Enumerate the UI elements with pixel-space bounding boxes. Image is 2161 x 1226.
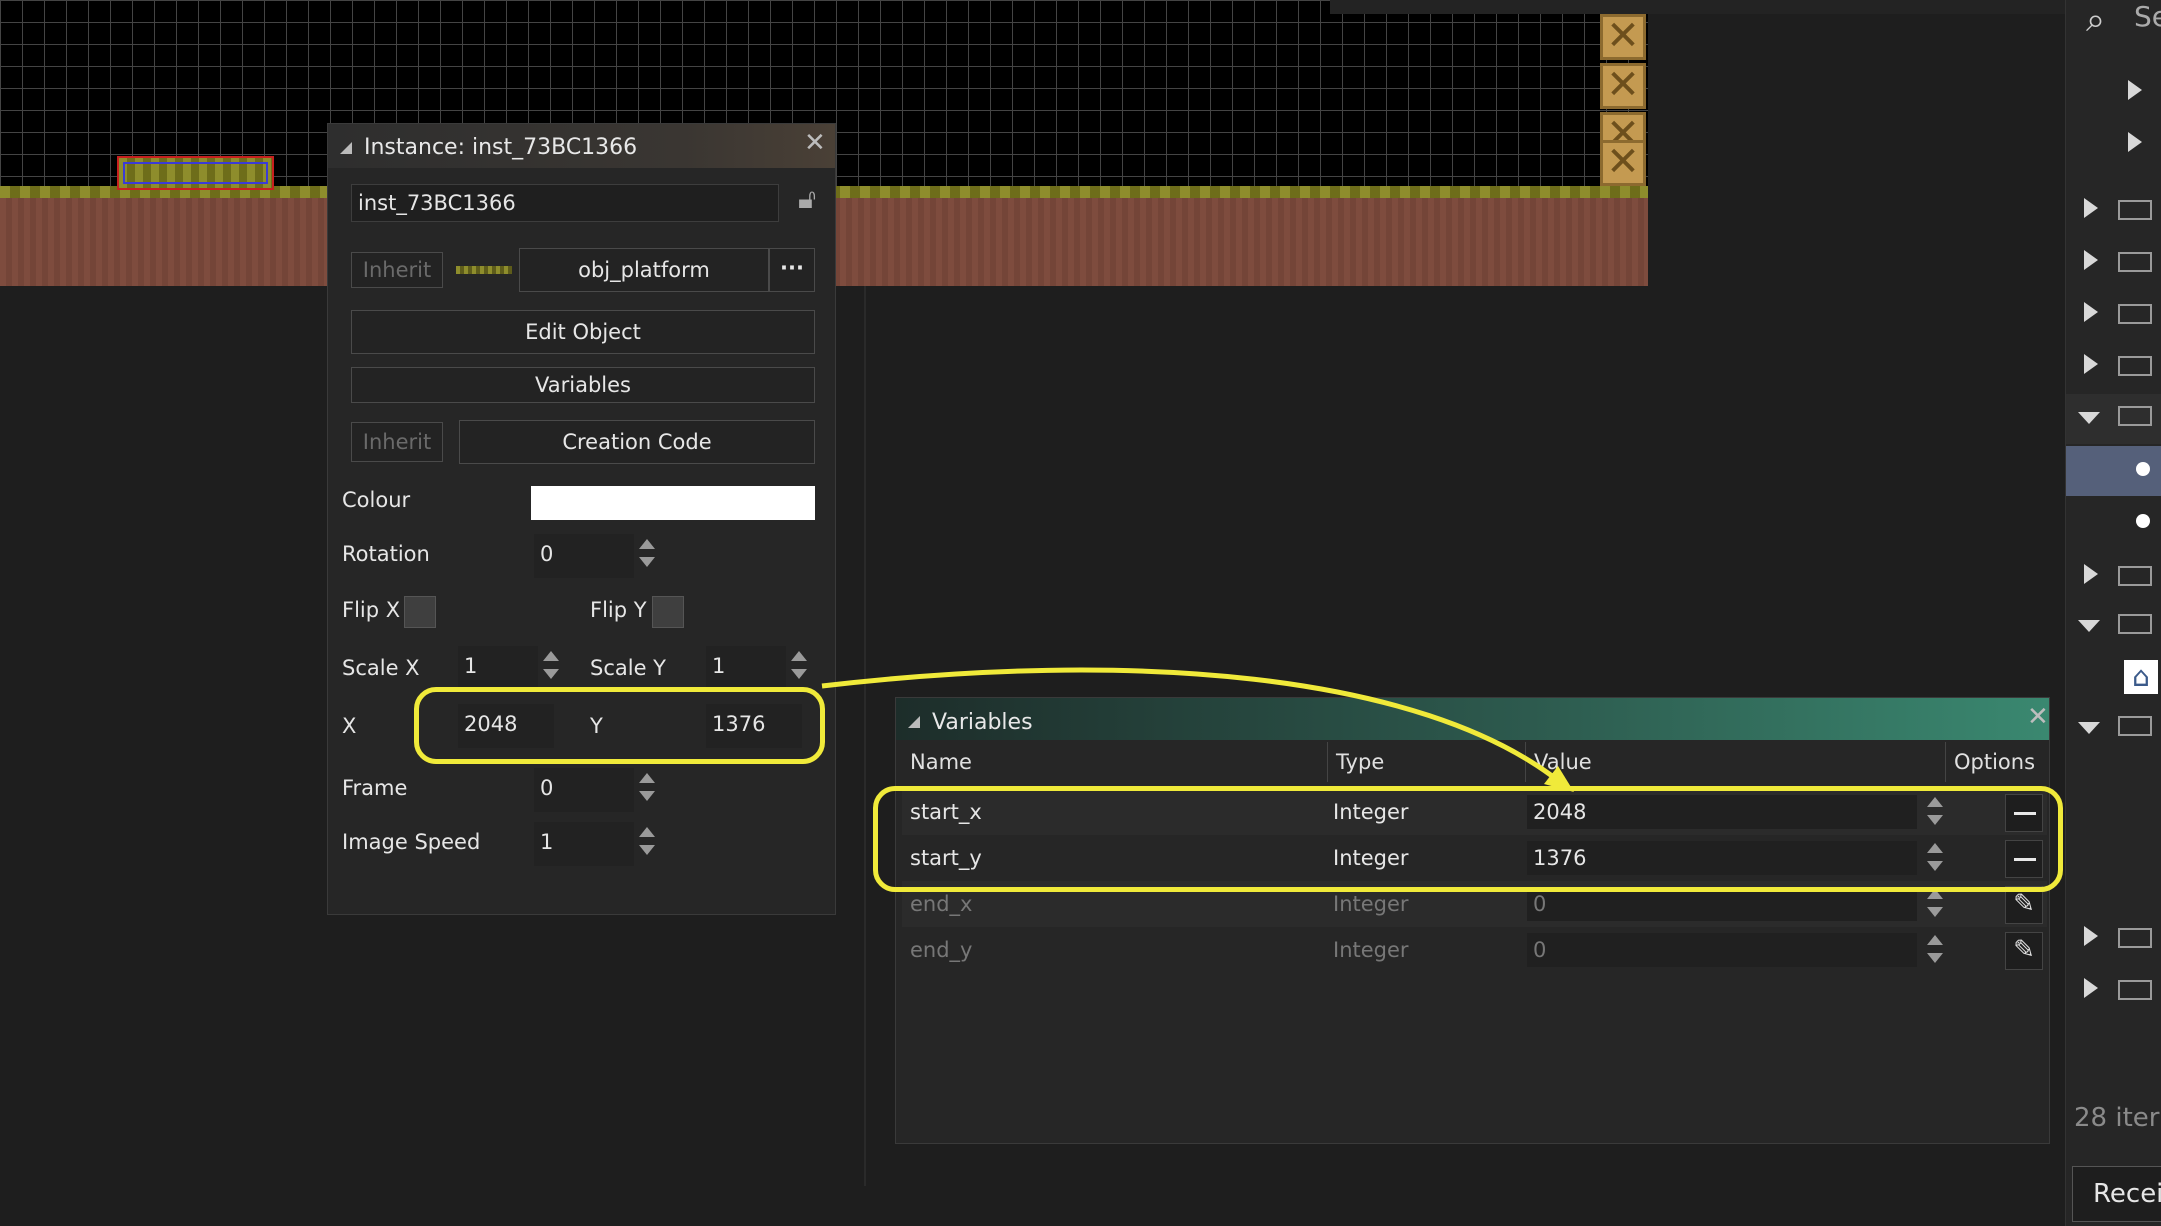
annotation-arrow — [821, 667, 1562, 784]
annotation-arrow-layer — [821, 667, 1574, 792]
annotation-arrowhead — [1544, 766, 1574, 792]
